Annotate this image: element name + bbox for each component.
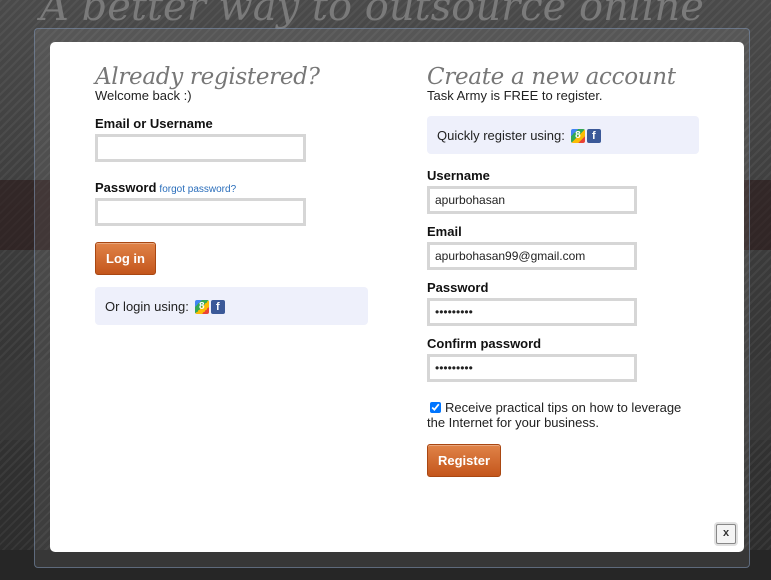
register-button[interactable]: Register	[427, 444, 502, 477]
password-label: Password	[95, 180, 157, 195]
login-title: Already registered?	[95, 64, 320, 90]
login-subtitle: Welcome back :)	[95, 88, 192, 103]
social-login-box: Or login using: 8f	[95, 287, 368, 325]
tips-option: Receive practical tips on how to leverag…	[427, 400, 702, 430]
username-input[interactable]	[427, 186, 637, 214]
login-register-modal: Already registered? Welcome back :) Emai…	[50, 42, 744, 552]
password-label-row: Password forgot password?	[95, 180, 370, 195]
email-username-input[interactable]	[95, 134, 306, 162]
confirm-password-input[interactable]	[427, 354, 637, 382]
register-title: Create a new account	[427, 64, 676, 90]
google-plus-icon[interactable]: 8	[570, 128, 585, 143]
confirm-password-label: Confirm password	[427, 336, 542, 351]
register-password-input[interactable]	[427, 298, 637, 326]
facebook-icon[interactable]: f	[210, 299, 225, 314]
register-section: Create a new account Task Army is FREE t…	[427, 64, 702, 477]
tips-checkbox[interactable]	[430, 402, 441, 413]
username-label: Username	[427, 168, 490, 183]
register-email-input[interactable]	[427, 242, 637, 270]
register-subtitle: Task Army is FREE to register.	[427, 88, 603, 103]
facebook-icon[interactable]: f	[586, 128, 601, 143]
social-register-box: Quickly register using: 8f	[427, 116, 699, 154]
social-register-text: Quickly register using:	[437, 127, 565, 143]
register-password-label: Password	[427, 280, 489, 295]
forgot-password-link[interactable]: forgot password?	[159, 184, 236, 195]
google-plus-icon[interactable]: 8	[194, 299, 209, 314]
register-email-label: Email	[427, 224, 462, 239]
social-login-text: Or login using:	[105, 298, 189, 314]
tips-text: Receive practical tips on how to leverag…	[427, 400, 682, 430]
background-title: A better way to outsource online	[40, 0, 704, 30]
login-password-input[interactable]	[95, 198, 306, 226]
login-button[interactable]: Log in	[95, 242, 156, 275]
close-icon[interactable]: x	[716, 524, 736, 544]
email-username-label: Email or Username	[95, 116, 213, 131]
login-section: Already registered? Welcome back :) Emai…	[95, 64, 370, 325]
